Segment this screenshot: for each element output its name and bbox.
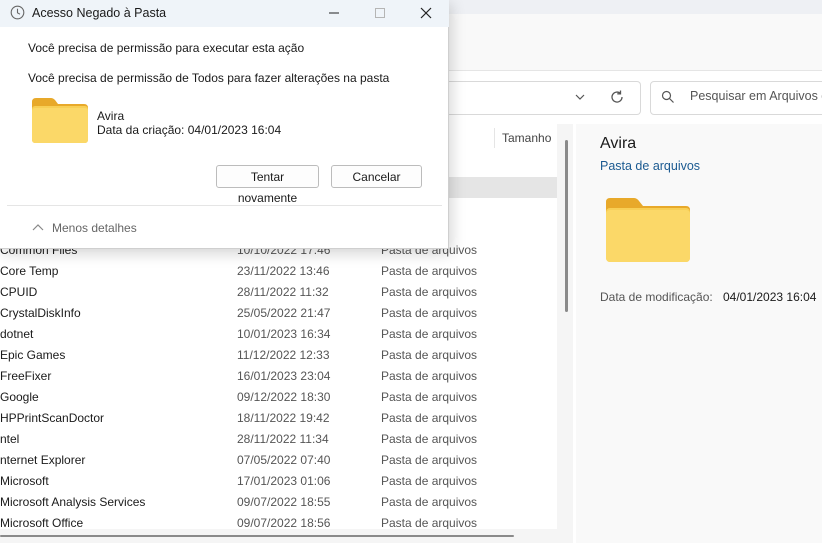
dialog-title: Acesso Negado à Pasta bbox=[32, 6, 167, 20]
minimize-icon[interactable] bbox=[324, 4, 344, 22]
list-item[interactable]: ntel 28/11/2022 11:34 Pasta de arquivos bbox=[0, 429, 557, 450]
search-icon bbox=[661, 90, 674, 103]
item-type: Pasta de arquivos bbox=[381, 495, 478, 509]
list-item[interactable]: Core Temp 23/11/2022 13:46 Pasta de arqu… bbox=[0, 261, 557, 282]
less-details-label: Menos detalhes bbox=[52, 221, 137, 235]
item-name: Microsoft bbox=[0, 474, 49, 488]
item-date: 07/05/2022 07:40 bbox=[237, 453, 331, 467]
item-date: 10/01/2023 16:34 bbox=[237, 327, 331, 341]
item-name: FreeFixer bbox=[0, 369, 52, 383]
refresh-icon[interactable] bbox=[609, 89, 625, 105]
item-type: Pasta de arquivos bbox=[381, 348, 478, 362]
item-type: Pasta de arquivos bbox=[381, 432, 478, 446]
list-item[interactable]: FreeFixer 16/01/2023 23:04 Pasta de arqu… bbox=[0, 366, 557, 387]
list-item[interactable]: CrystalDiskInfo 25/05/2022 21:47 Pasta d… bbox=[0, 303, 557, 324]
list-item[interactable]: HPPrintScanDoctor 18/11/2022 19:42 Pasta… bbox=[0, 408, 557, 429]
item-date: 28/11/2022 11:32 bbox=[237, 285, 329, 299]
item-name: dotnet bbox=[0, 327, 34, 341]
item-type: Pasta de arquivos bbox=[381, 369, 478, 383]
details-modified-value: 04/01/2023 16:04 bbox=[723, 290, 817, 304]
item-date: 23/11/2022 13:46 bbox=[237, 264, 330, 278]
details-type: Pasta de arquivos bbox=[600, 159, 701, 173]
divider bbox=[7, 205, 442, 206]
close-icon[interactable] bbox=[416, 4, 436, 22]
item-name: Google bbox=[0, 390, 39, 404]
item-date: 17/01/2023 01:06 bbox=[237, 474, 331, 488]
list-item[interactable]: Epic Games 11/12/2022 12:33 Pasta de arq… bbox=[0, 345, 557, 366]
dialog-folder-date: Data da criação: 04/01/2023 16:04 bbox=[97, 123, 282, 137]
item-name: HPPrintScanDoctor bbox=[0, 411, 105, 425]
retry-button[interactable]: Tentar novamente bbox=[216, 165, 319, 205]
item-date: 25/05/2022 21:47 bbox=[237, 306, 331, 320]
item-type: Pasta de arquivos bbox=[381, 327, 478, 341]
item-date: 18/11/2022 19:42 bbox=[237, 411, 330, 425]
horizontal-scrollbar-thumb[interactable] bbox=[0, 535, 514, 537]
item-name: Microsoft Analysis Services bbox=[0, 495, 146, 509]
list-item[interactable]: CPUID 28/11/2022 11:32 Pasta de arquivos bbox=[0, 282, 557, 303]
item-date: 11/12/2022 12:33 bbox=[237, 348, 330, 362]
chevron-down-icon[interactable] bbox=[574, 91, 586, 103]
maximize-icon bbox=[375, 8, 385, 18]
item-name: Epic Games bbox=[0, 348, 66, 362]
item-type: Pasta de arquivos bbox=[381, 264, 478, 278]
item-type: Pasta de arquivos bbox=[381, 474, 478, 488]
list-item[interactable]: Microsoft Analysis Services 09/07/2022 1… bbox=[0, 492, 557, 513]
explorer-toolbar bbox=[449, 14, 822, 71]
item-name: CrystalDiskInfo bbox=[0, 306, 81, 320]
cancel-button[interactable]: Cancelar bbox=[331, 165, 422, 188]
column-header-size[interactable]: Tamanho bbox=[494, 128, 551, 148]
chevron-up-icon bbox=[32, 224, 44, 231]
dialog-message-secondary: Você precisa de permissão de Todos para … bbox=[28, 71, 390, 85]
list-item[interactable]: nternet Explorer 07/05/2022 07:40 Pasta … bbox=[0, 450, 557, 471]
vertical-scrollbar-thumb[interactable] bbox=[565, 140, 568, 312]
dialog-message-primary: Você precisa de permissão para executar … bbox=[28, 41, 305, 55]
item-name: CPUID bbox=[0, 285, 38, 299]
item-name: Core Temp bbox=[0, 264, 59, 278]
item-date: 09/07/2022 18:55 bbox=[237, 495, 331, 509]
item-date: 16/01/2023 23:04 bbox=[237, 369, 331, 383]
item-type: Pasta de arquivos bbox=[381, 453, 478, 467]
item-date: 28/11/2022 11:34 bbox=[237, 432, 329, 446]
list-item[interactable]: Microsoft 17/01/2023 01:06 Pasta de arqu… bbox=[0, 471, 557, 492]
item-type: Pasta de arquivos bbox=[381, 285, 478, 299]
dialog-folder-name: Avira bbox=[97, 109, 125, 123]
item-type: Pasta de arquivos bbox=[381, 306, 478, 320]
item-name: ntel bbox=[0, 432, 20, 446]
folder-icon bbox=[32, 98, 88, 143]
clock-icon bbox=[10, 5, 25, 20]
folder-icon bbox=[606, 198, 690, 262]
item-date: 09/12/2022 18:30 bbox=[237, 390, 331, 404]
access-denied-dialog: Acesso Negado à Pasta Você precisa de pe… bbox=[0, 0, 449, 249]
item-type: Pasta de arquivos bbox=[381, 411, 478, 425]
item-type: Pasta de arquivos bbox=[381, 390, 478, 404]
details-title: Avira bbox=[600, 135, 637, 152]
search-input[interactable]: Pesquisar em Arquivos de bbox=[690, 89, 822, 103]
list-item[interactable]: dotnet 10/01/2023 16:34 Pasta de arquivo… bbox=[0, 324, 557, 345]
details-modified-label: Data de modificação: bbox=[600, 290, 713, 304]
details-pane bbox=[576, 124, 822, 543]
item-name: nternet Explorer bbox=[0, 453, 86, 467]
list-item[interactable]: Google 09/12/2022 18:30 Pasta de arquivo… bbox=[0, 387, 557, 408]
